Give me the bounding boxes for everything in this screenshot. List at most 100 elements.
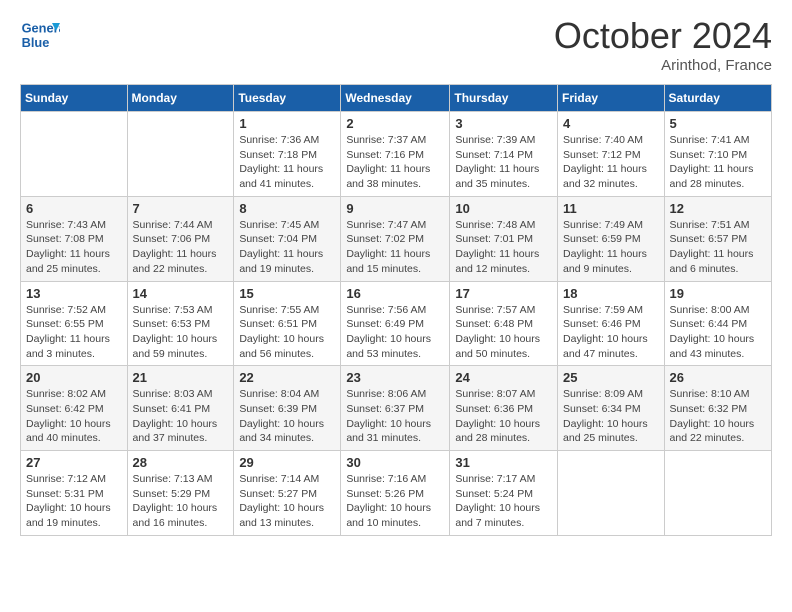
weekday-header-monday: Monday <box>127 85 234 112</box>
calendar-cell: 19 Sunrise: 8:00 AMSunset: 6:44 PMDayligh… <box>664 281 771 366</box>
day-info: Sunrise: 7:36 AMSunset: 7:18 PMDaylight:… <box>239 133 335 192</box>
day-info: Sunrise: 8:09 AMSunset: 6:34 PMDaylight:… <box>563 387 659 446</box>
day-number: 9 <box>346 201 444 216</box>
day-number: 12 <box>670 201 766 216</box>
logo: General Blue <box>20 15 64 55</box>
weekday-header-friday: Friday <box>558 85 665 112</box>
day-number: 26 <box>670 370 766 385</box>
calendar-cell: 3 Sunrise: 7:39 AMSunset: 7:14 PMDaylight… <box>450 112 558 197</box>
calendar-table: SundayMondayTuesdayWednesdayThursdayFrid… <box>20 84 772 536</box>
calendar-cell: 16Sunrise: 7:56 AMSunset: 6:49 PMDayligh… <box>341 281 450 366</box>
day-number: 20 <box>26 370 122 385</box>
weekday-header-saturday: Saturday <box>664 85 771 112</box>
calendar-cell <box>127 112 234 197</box>
calendar-cell: 15 Sunrise: 7:55 AMSunset: 6:51 PMDayligh… <box>234 281 341 366</box>
calendar-cell: 21 Sunrise: 8:03 AMSunset: 6:41 PMDayligh… <box>127 366 234 451</box>
weekday-header-sunday: Sunday <box>21 85 128 112</box>
day-info: Sunrise: 7:12 AMSunset: 5:31 PMDaylight:… <box>26 472 122 531</box>
calendar-cell: 25 Sunrise: 8:09 AMSunset: 6:34 PMDayligh… <box>558 366 665 451</box>
calendar-cell: 4 Sunrise: 7:40 AMSunset: 7:12 PMDaylight… <box>558 112 665 197</box>
day-info: Sunrise: 8:06 AMSunset: 6:37 PMDaylight:… <box>346 387 444 446</box>
calendar-cell: 27Sunrise: 7:12 AMSunset: 5:31 PMDayligh… <box>21 451 128 536</box>
svg-text:Blue: Blue <box>22 35 50 50</box>
calendar-cell: 14 Sunrise: 7:53 AMSunset: 6:53 PMDayligh… <box>127 281 234 366</box>
day-number: 13 <box>26 286 122 301</box>
day-info: Sunrise: 8:02 AMSunset: 6:42 PMDaylight:… <box>26 387 122 446</box>
calendar-cell: 29 Sunrise: 7:14 AMSunset: 5:27 PMDayligh… <box>234 451 341 536</box>
day-number: 25 <box>563 370 659 385</box>
calendar-cell: 9Sunrise: 7:47 AMSunset: 7:02 PMDaylight… <box>341 196 450 281</box>
day-number: 23 <box>346 370 444 385</box>
week-row-4: 20 Sunrise: 8:02 AMSunset: 6:42 PMDayligh… <box>21 366 772 451</box>
day-number: 5 <box>670 116 766 131</box>
location-subtitle: Arinthod, France <box>554 57 772 74</box>
calendar-cell: 18Sunrise: 7:59 AMSunset: 6:46 PMDayligh… <box>558 281 665 366</box>
svg-text:General: General <box>22 21 60 36</box>
week-row-3: 13 Sunrise: 7:52 AMSunset: 6:55 PMDayligh… <box>21 281 772 366</box>
day-info: Sunrise: 7:48 AMSunset: 7:01 PMDaylight:… <box>455 218 552 277</box>
calendar-cell <box>558 451 665 536</box>
day-number: 29 <box>239 455 335 470</box>
calendar-cell: 23 Sunrise: 8:06 AMSunset: 6:37 PMDayligh… <box>341 366 450 451</box>
day-info: Sunrise: 7:17 AMSunset: 5:24 PMDaylight:… <box>455 472 552 531</box>
day-info: Sunrise: 7:37 AMSunset: 7:16 PMDaylight:… <box>346 133 444 192</box>
calendar-cell: 24 Sunrise: 8:07 AMSunset: 6:36 PMDayligh… <box>450 366 558 451</box>
day-info: Sunrise: 8:10 AMSunset: 6:32 PMDaylight:… <box>670 387 766 446</box>
calendar-cell: 1 Sunrise: 7:36 AMSunset: 7:18 PMDaylight… <box>234 112 341 197</box>
calendar-cell: 13 Sunrise: 7:52 AMSunset: 6:55 PMDayligh… <box>21 281 128 366</box>
week-row-1: 1 Sunrise: 7:36 AMSunset: 7:18 PMDaylight… <box>21 112 772 197</box>
calendar-cell: 11 Sunrise: 7:49 AMSunset: 6:59 PMDayligh… <box>558 196 665 281</box>
day-number: 4 <box>563 116 659 131</box>
day-info: Sunrise: 7:52 AMSunset: 6:55 PMDaylight:… <box>26 303 122 362</box>
day-number: 10 <box>455 201 552 216</box>
title-area: October 2024 Arinthod, France <box>554 15 772 74</box>
day-number: 17 <box>455 286 552 301</box>
day-number: 30 <box>346 455 444 470</box>
calendar-cell: 22 Sunrise: 8:04 AMSunset: 6:39 PMDayligh… <box>234 366 341 451</box>
day-number: 6 <box>26 201 122 216</box>
day-number: 28 <box>133 455 229 470</box>
day-number: 8 <box>239 201 335 216</box>
calendar-cell <box>664 451 771 536</box>
calendar-cell <box>21 112 128 197</box>
day-number: 2 <box>346 116 444 131</box>
day-info: Sunrise: 8:03 AMSunset: 6:41 PMDaylight:… <box>133 387 229 446</box>
weekday-header-tuesday: Tuesday <box>234 85 341 112</box>
weekday-header-wednesday: Wednesday <box>341 85 450 112</box>
day-number: 21 <box>133 370 229 385</box>
month-title: October 2024 <box>554 15 772 57</box>
day-number: 24 <box>455 370 552 385</box>
calendar-cell: 20 Sunrise: 8:02 AMSunset: 6:42 PMDayligh… <box>21 366 128 451</box>
day-info: Sunrise: 7:41 AMSunset: 7:10 PMDaylight:… <box>670 133 766 192</box>
calendar-cell: 7Sunrise: 7:44 AMSunset: 7:06 PMDaylight… <box>127 196 234 281</box>
day-info: Sunrise: 8:07 AMSunset: 6:36 PMDaylight:… <box>455 387 552 446</box>
day-number: 15 <box>239 286 335 301</box>
week-row-5: 27Sunrise: 7:12 AMSunset: 5:31 PMDayligh… <box>21 451 772 536</box>
day-info: Sunrise: 7:14 AMSunset: 5:27 PMDaylight:… <box>239 472 335 531</box>
calendar-cell: 30Sunrise: 7:16 AMSunset: 5:26 PMDayligh… <box>341 451 450 536</box>
day-info: Sunrise: 8:04 AMSunset: 6:39 PMDaylight:… <box>239 387 335 446</box>
day-info: Sunrise: 7:59 AMSunset: 6:46 PMDaylight:… <box>563 303 659 362</box>
day-number: 31 <box>455 455 552 470</box>
day-info: Sunrise: 7:53 AMSunset: 6:53 PMDaylight:… <box>133 303 229 362</box>
day-number: 14 <box>133 286 229 301</box>
calendar-cell: 10 Sunrise: 7:48 AMSunset: 7:01 PMDayligh… <box>450 196 558 281</box>
header: General Blue October 2024 Arinthod, Fran… <box>20 15 772 74</box>
day-number: 11 <box>563 201 659 216</box>
calendar-cell: 8 Sunrise: 7:45 AMSunset: 7:04 PMDaylight… <box>234 196 341 281</box>
day-number: 1 <box>239 116 335 131</box>
day-info: Sunrise: 7:39 AMSunset: 7:14 PMDaylight:… <box>455 133 552 192</box>
day-info: Sunrise: 7:40 AMSunset: 7:12 PMDaylight:… <box>563 133 659 192</box>
day-number: 3 <box>455 116 552 131</box>
week-row-2: 6 Sunrise: 7:43 AMSunset: 7:08 PMDaylight… <box>21 196 772 281</box>
day-info: Sunrise: 7:55 AMSunset: 6:51 PMDaylight:… <box>239 303 335 362</box>
day-number: 19 <box>670 286 766 301</box>
calendar-cell: 17Sunrise: 7:57 AMSunset: 6:48 PMDayligh… <box>450 281 558 366</box>
day-info: Sunrise: 7:49 AMSunset: 6:59 PMDaylight:… <box>563 218 659 277</box>
day-info: Sunrise: 8:00 AMSunset: 6:44 PMDaylight:… <box>670 303 766 362</box>
day-number: 16 <box>346 286 444 301</box>
day-info: Sunrise: 7:43 AMSunset: 7:08 PMDaylight:… <box>26 218 122 277</box>
calendar-cell: 26 Sunrise: 8:10 AMSunset: 6:32 PMDayligh… <box>664 366 771 451</box>
day-number: 22 <box>239 370 335 385</box>
day-info: Sunrise: 7:45 AMSunset: 7:04 PMDaylight:… <box>239 218 335 277</box>
